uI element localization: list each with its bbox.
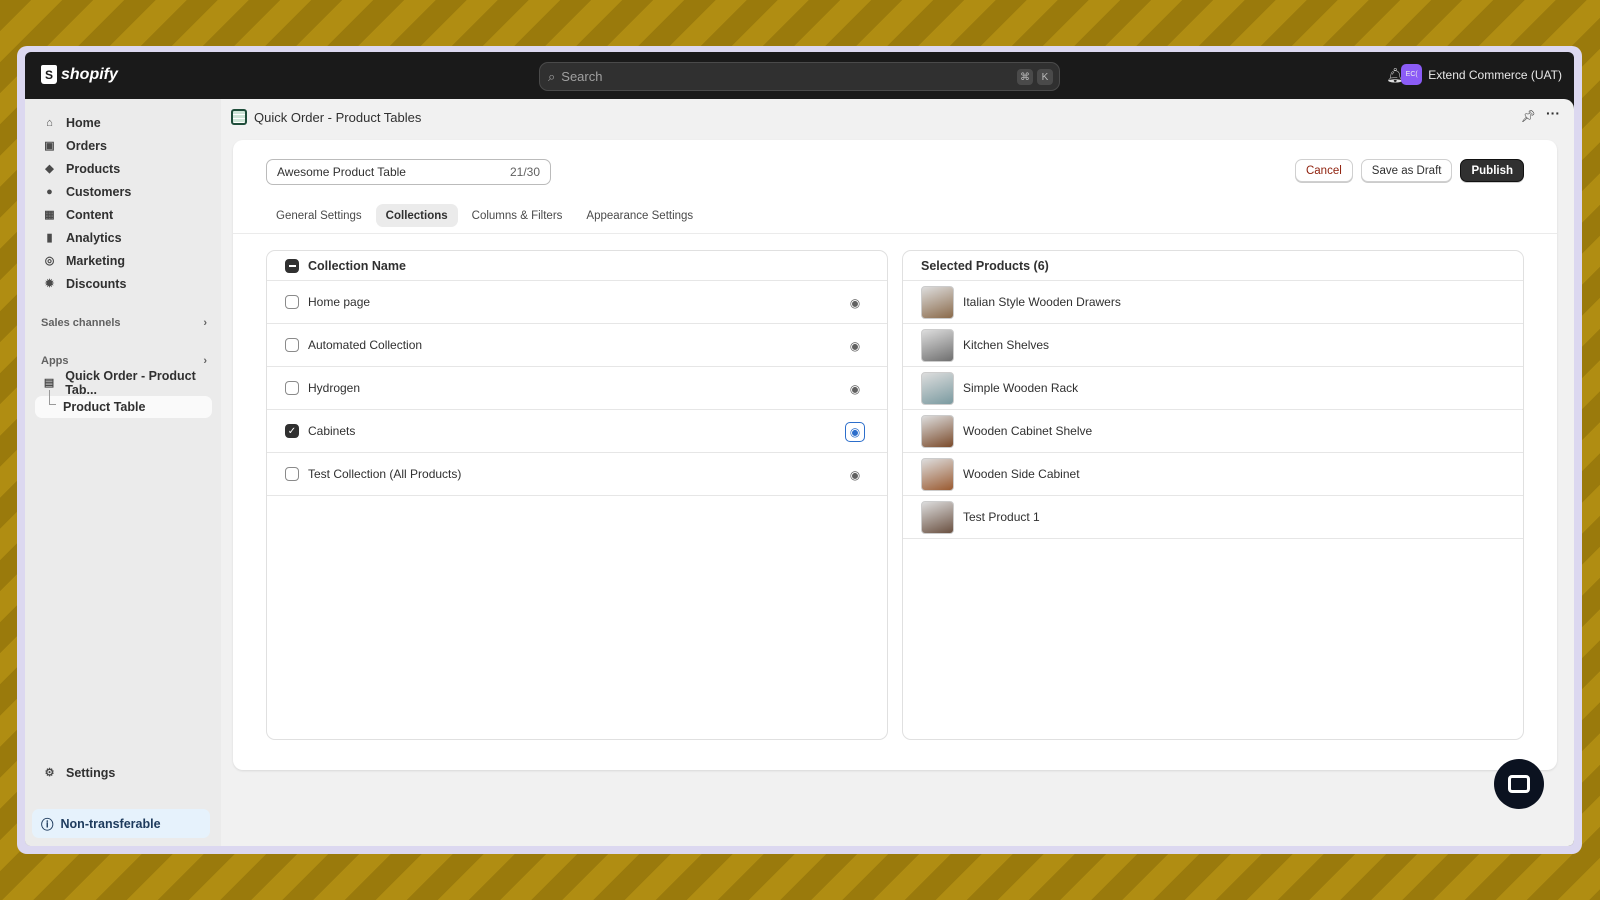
collection-row[interactable]: ✓ Cabinets ◉	[267, 410, 887, 453]
shopify-logo[interactable]: Sshopify	[41, 65, 118, 84]
product-row: Simple Wooden Rack	[903, 367, 1523, 410]
publish-button[interactable]: Publish	[1460, 159, 1524, 182]
product-thumbnail	[921, 414, 954, 448]
tag-icon: ◆	[45, 163, 54, 175]
target-icon: ◎	[44, 255, 55, 267]
tab-columns-filters[interactable]: Columns & Filters	[462, 204, 573, 227]
product-thumbnail	[921, 457, 954, 491]
app-window: Sshopify ⌕ Search ⌘ K 🔔︎ EC(Extend Commerc…	[17, 46, 1582, 854]
sidebar-item-customers[interactable]: ● Customers	[25, 180, 221, 203]
account-menu[interactable]: EC(Extend Commerce (UAT)	[1401, 64, 1562, 85]
sidebar-item-discounts[interactable]: ✹ Discounts	[25, 272, 221, 295]
non-transferable-badge[interactable]: ⓘ Non-transferable	[32, 809, 210, 838]
sidebar-item-product-table[interactable]: Product Table	[35, 390, 212, 418]
product-thumbnail	[921, 328, 954, 362]
product-row: Kitchen Shelves	[903, 324, 1523, 367]
shopify-bag-icon: S	[41, 65, 57, 84]
sidebar-item-settings[interactable]: ⚙ Settings	[25, 761, 116, 784]
sidebar-item-marketing[interactable]: ◎ Marketing	[25, 249, 221, 272]
sidebar-item-content[interactable]: ▦ Content	[25, 203, 221, 226]
avatar: EC(	[1401, 64, 1423, 85]
collection-row[interactable]: Automated Collection ◉	[267, 324, 887, 367]
table-name-input[interactable]: Awesome Product Table 21/30	[266, 159, 551, 185]
divider	[233, 233, 1557, 234]
product-thumbnail	[921, 371, 954, 405]
product-row: Italian Style Wooden Drawers	[903, 281, 1523, 324]
save-draft-button[interactable]: Save as Draft	[1360, 159, 1453, 182]
chevron-right-icon: ›	[203, 317, 207, 329]
top-bar: Sshopify ⌕ Search ⌘ K 🔔︎ EC(Extend Commerc…	[25, 52, 1574, 99]
collection-checkbox[interactable]	[285, 338, 299, 352]
product-thumbnail	[921, 500, 954, 534]
search-icon: ⌕	[548, 68, 556, 84]
sidebar: ⌂ Home ▣ Orders ◆ Products ● Customers ▦ Content ▮…	[25, 99, 221, 846]
pin-icon[interactable]: 📌︎	[1521, 109, 1536, 123]
char-count: 21/30	[509, 165, 540, 179]
selected-products-panel: Selected Products (6) Italian Style Wood…	[902, 250, 1524, 740]
home-icon: ⌂	[46, 116, 53, 129]
eye-icon[interactable]: ◉	[845, 379, 865, 399]
eye-icon[interactable]: ◉	[845, 465, 865, 485]
chevron-right-icon: ›	[203, 355, 207, 367]
app-icon: ▤	[43, 377, 55, 389]
collection-row[interactable]: Test Collection (All Products) ◉	[267, 453, 887, 496]
page-title: Quick Order - Product Tables	[254, 109, 422, 125]
discount-icon: ✹	[44, 278, 55, 290]
chat-icon	[1508, 775, 1530, 793]
app-icon	[231, 109, 247, 125]
tab-collections[interactable]: Collections	[375, 204, 458, 227]
search-input[interactable]: ⌕ Search ⌘ K	[539, 62, 1060, 91]
collection-row[interactable]: Home page ◉	[267, 281, 887, 324]
content-icon: ▦	[44, 209, 55, 221]
collection-checkbox[interactable]	[285, 381, 299, 395]
select-all-checkbox[interactable]	[285, 258, 299, 273]
collection-checkbox[interactable]	[285, 295, 299, 309]
product-thumbnail	[921, 285, 954, 319]
shortcut-key: K	[1037, 69, 1053, 85]
eye-icon[interactable]: ◉	[845, 422, 865, 442]
info-icon: ⓘ	[41, 818, 54, 832]
product-row: Wooden Cabinet Shelve	[903, 410, 1523, 453]
sidebar-item-home[interactable]: ⌂ Home	[25, 111, 221, 134]
cancel-button[interactable]: Cancel	[1294, 159, 1353, 182]
tab-appearance-settings[interactable]: Appearance Settings	[576, 204, 703, 227]
product-row: Test Product 1	[903, 496, 1523, 539]
eye-icon[interactable]: ◉	[845, 293, 865, 313]
tab-general-settings[interactable]: General Settings	[266, 204, 372, 227]
collection-checkbox[interactable]: ✓	[285, 424, 299, 438]
editor-card: Awesome Product Table 21/30 Cancel Save a…	[233, 140, 1557, 770]
collection-row[interactable]: Hydrogen ◉	[267, 367, 887, 410]
shortcut-key: ⌘	[1017, 69, 1033, 85]
collections-panel: Collection Name Home page ◉ Automated Coll…	[266, 250, 888, 740]
chat-button[interactable]	[1494, 759, 1544, 809]
sidebar-item-products[interactable]: ◆ Products	[25, 157, 221, 180]
gear-icon: ⚙	[44, 767, 55, 779]
sales-channels-section[interactable]: Sales channels ›	[25, 313, 221, 333]
person-icon: ●	[46, 185, 53, 198]
eye-icon[interactable]: ◉	[845, 336, 865, 356]
collection-checkbox[interactable]	[285, 467, 299, 481]
sidebar-item-analytics[interactable]: ▮ Analytics	[25, 226, 221, 249]
orders-icon: ▣	[44, 140, 55, 152]
chart-icon: ▮	[46, 232, 53, 244]
more-icon[interactable]: ···	[1546, 105, 1560, 121]
product-row: Wooden Side Cabinet	[903, 453, 1523, 496]
sidebar-item-orders[interactable]: ▣ Orders	[25, 134, 221, 157]
